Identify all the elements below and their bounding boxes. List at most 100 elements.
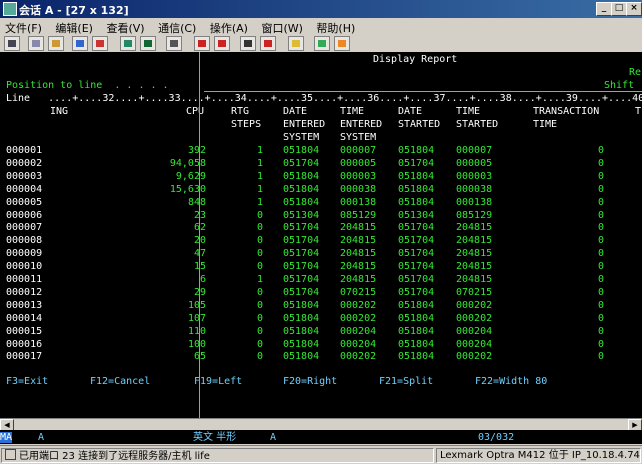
row-rtg-steps: 0 bbox=[256, 325, 263, 337]
row-date-started: 051804 bbox=[398, 183, 435, 195]
header-date-entered-1: DATE bbox=[283, 106, 308, 117]
row-date-started: 051804 bbox=[398, 338, 435, 350]
macro-record-icon[interactable] bbox=[166, 36, 182, 51]
connection-text: 已用端口 23 连接到了远程服务器/主机 life bbox=[19, 451, 210, 462]
session-indicator: A bbox=[38, 432, 45, 443]
row-time-started: 000138 bbox=[456, 196, 493, 208]
row-time-started: 000202 bbox=[456, 351, 493, 363]
clipboard-icon[interactable] bbox=[260, 36, 276, 51]
right-heading: Re bbox=[629, 67, 642, 78]
row-line-number: 000005 bbox=[6, 196, 43, 208]
row-cpu: 110 bbox=[187, 325, 206, 337]
row-line-number: 000015 bbox=[6, 325, 43, 337]
row-time-entered: 000204 bbox=[340, 325, 377, 337]
header-ing: ING bbox=[50, 106, 69, 117]
row-transaction-time: 0 bbox=[597, 235, 604, 247]
transfer-icon[interactable] bbox=[288, 36, 304, 51]
menu-view[interactable]: 查看(V) bbox=[101, 18, 149, 36]
row-cpu: 105 bbox=[187, 299, 206, 311]
print-icon[interactable] bbox=[4, 36, 20, 51]
row-transaction-time: 0 bbox=[597, 209, 604, 221]
row-line-number: 000002 bbox=[6, 157, 43, 169]
row-cpu: 9,629 bbox=[175, 170, 206, 182]
row-transaction-time: 0 bbox=[597, 222, 604, 234]
row-time-entered: 000038 bbox=[340, 183, 377, 195]
row-transaction-time: 0 bbox=[597, 157, 604, 169]
menu-edit[interactable]: 编辑(E) bbox=[50, 18, 98, 36]
macro-stop-icon[interactable] bbox=[214, 36, 230, 51]
send-icon[interactable] bbox=[72, 36, 88, 51]
row-rtg-steps: 0 bbox=[256, 286, 263, 298]
row-time-started: 000204 bbox=[456, 325, 493, 337]
row-time-entered: 000003 bbox=[340, 170, 377, 182]
fkey-split[interactable]: F21=Split bbox=[379, 376, 433, 387]
maximize-button[interactable]: □ bbox=[611, 2, 627, 16]
row-transaction-time: 0 bbox=[597, 351, 604, 363]
map-icon[interactable] bbox=[314, 36, 330, 51]
shift-label: Shift bbox=[604, 80, 635, 91]
row-date-entered: 051804 bbox=[283, 312, 320, 324]
fkey-cancel[interactable]: F12=Cancel bbox=[90, 376, 150, 387]
row-time-entered: 204815 bbox=[340, 274, 377, 285]
row-transaction-time: 0 bbox=[597, 286, 604, 298]
menu-window[interactable]: 窗口(W) bbox=[256, 18, 307, 36]
row-line-number: 000009 bbox=[6, 248, 43, 260]
header-date-entered-2: ENTERED bbox=[283, 119, 326, 130]
header-cpu: CPU bbox=[186, 106, 205, 117]
copy-icon[interactable] bbox=[28, 36, 44, 51]
minimize-button[interactable]: _ bbox=[596, 2, 612, 16]
header-t: T bbox=[635, 106, 642, 117]
row-time-entered: 000005 bbox=[340, 157, 377, 169]
paste-icon[interactable] bbox=[48, 36, 64, 51]
row-line-number: 000014 bbox=[6, 312, 43, 324]
row-date-started: 051804 bbox=[398, 170, 435, 182]
menu-help[interactable]: 帮助(H) bbox=[311, 18, 360, 36]
menu-file[interactable]: 文件(F) bbox=[0, 18, 47, 36]
fkey-left[interactable]: F19=Left bbox=[194, 376, 242, 387]
macro-icon[interactable] bbox=[240, 36, 256, 51]
row-cpu: 107 bbox=[187, 312, 206, 324]
row-rtg-steps: 0 bbox=[256, 248, 263, 260]
row-transaction-time: 0 bbox=[597, 196, 604, 208]
receive-icon[interactable] bbox=[92, 36, 108, 51]
row-line-number: 000006 bbox=[6, 209, 43, 221]
row-date-entered: 051704 bbox=[283, 261, 320, 273]
window-title: 会话 A - [27 x 132] bbox=[19, 4, 129, 17]
row-time-started: 204815 bbox=[456, 235, 493, 247]
row-time-entered: 204815 bbox=[340, 261, 377, 273]
macro-play-icon[interactable] bbox=[194, 36, 210, 51]
row-cpu: 15,630 bbox=[169, 183, 206, 195]
close-button[interactable]: × bbox=[626, 2, 642, 16]
menu-actions[interactable]: 操作(A) bbox=[205, 18, 253, 36]
row-time-started: 204815 bbox=[456, 274, 493, 285]
fkey-width-80[interactable]: F22=Width 80 bbox=[475, 376, 547, 387]
row-time-started: 204815 bbox=[456, 261, 493, 273]
row-time-entered: 204815 bbox=[340, 235, 377, 247]
column-ruler: Line ....+....32....+....33....+....34..… bbox=[6, 93, 642, 104]
menu-communication[interactable]: 通信(C) bbox=[153, 18, 201, 36]
fkey-exit[interactable]: F3=Exit bbox=[6, 376, 48, 387]
display-icon[interactable] bbox=[120, 36, 136, 51]
ma-indicator: MA bbox=[0, 432, 13, 443]
app-icon bbox=[3, 2, 17, 16]
row-date-entered: 051704 bbox=[283, 222, 320, 234]
header-date-entered-3: SYSTEM bbox=[283, 132, 320, 143]
operator-info-area: MA A 英文 半形 A 03/032 bbox=[0, 430, 642, 444]
row-time-started: 085129 bbox=[456, 209, 493, 221]
terminal-screen[interactable]: Display Report Re Position to line . . .… bbox=[0, 52, 642, 430]
row-time-entered: 204815 bbox=[340, 248, 377, 260]
position-to-line-label: Position to line . . . . . bbox=[6, 80, 169, 91]
row-date-started: 051704 bbox=[398, 248, 435, 260]
row-line-number: 000008 bbox=[6, 235, 43, 247]
keyboard-icon[interactable] bbox=[140, 36, 156, 51]
row-cpu: 94,058 bbox=[169, 157, 206, 169]
help-icon[interactable] bbox=[334, 36, 350, 51]
header-time-entered-1: TIME bbox=[340, 106, 365, 117]
row-rtg-steps: 1 bbox=[256, 157, 263, 169]
row-time-started: 204815 bbox=[456, 248, 493, 260]
row-date-entered: 051804 bbox=[283, 145, 320, 156]
row-rtg-steps: 0 bbox=[256, 235, 263, 247]
fkey-right[interactable]: F20=Right bbox=[283, 376, 337, 387]
row-date-entered: 051804 bbox=[283, 338, 320, 350]
row-date-started: 051704 bbox=[398, 235, 435, 247]
